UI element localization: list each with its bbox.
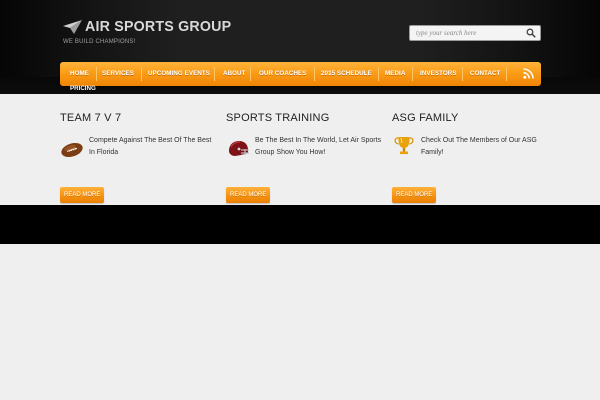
rss-icon[interactable] <box>523 68 534 79</box>
nav-item-2015-schedule[interactable]: 2015 SCHEDULE <box>321 62 372 86</box>
paper-plane-icon <box>63 19 82 34</box>
nav-item-pricing[interactable]: PRICING <box>70 85 96 93</box>
search-box <box>409 25 541 41</box>
feature-title: SPORTS TRAINING <box>226 112 330 124</box>
nav-separator <box>412 67 413 81</box>
site-logo[interactable]: AIR SPORTS GROUP <box>63 18 239 35</box>
read-more-button[interactable]: READ MORE <box>392 187 437 203</box>
nav-item-our-coaches[interactable]: OUR COACHES <box>259 62 307 86</box>
feature-sports-training: SPORTS TRAINING Be The Best In The World… <box>226 112 386 203</box>
football-icon <box>61 142 83 158</box>
read-more-button[interactable]: READ MORE <box>60 187 105 203</box>
nav-separator <box>250 67 251 81</box>
nav-item-contact[interactable]: CONTACT <box>470 62 501 86</box>
feature-description: Compete Against The Best Of The Best In … <box>89 137 212 156</box>
search-input[interactable] <box>410 26 520 40</box>
site-tagline: WE BUILD CHAMPIONS! <box>63 39 136 45</box>
feature-team-7v7: TEAM 7 V 7 Compete Against The Best Of T… <box>60 112 220 203</box>
feature-title: ASG FAMILY <box>392 112 459 124</box>
nav-item-media[interactable]: MEDIA <box>385 62 405 86</box>
feature-description: Check Out The Members of Our ASG Family! <box>421 137 537 156</box>
search-icon[interactable] <box>526 28 536 38</box>
helmet-icon <box>229 141 249 156</box>
feature-description: Be The Best In The World, Let Air Sports… <box>255 137 382 156</box>
trophy-icon <box>394 137 414 155</box>
read-more-button[interactable]: READ MORE <box>226 187 271 203</box>
nav-separator <box>214 67 215 81</box>
nav-separator <box>96 67 97 81</box>
nav-separator <box>314 67 315 81</box>
nav-separator <box>378 67 379 81</box>
nav-item-services[interactable]: SERVICES <box>102 62 134 86</box>
site-footer <box>0 205 600 244</box>
nav-separator <box>506 67 507 81</box>
nav-separator <box>462 67 463 81</box>
nav-item-upcoming-events[interactable]: UPCOMING EVENTS <box>148 62 210 86</box>
feature-asg-family: ASG FAMILY Check Out The Members of Our … <box>392 112 552 203</box>
nav-item-about[interactable]: ABOUT <box>223 62 246 86</box>
main-nav: HOME SERVICES UPCOMING EVENTS ABOUT OUR … <box>60 62 541 86</box>
nav-item-investors[interactable]: INVESTORS <box>420 62 457 86</box>
site-name: AIR SPORTS GROUP <box>85 18 232 35</box>
feature-title: TEAM 7 V 7 <box>60 112 122 124</box>
nav-item-home[interactable]: HOME <box>70 62 89 86</box>
nav-separator <box>141 67 142 81</box>
